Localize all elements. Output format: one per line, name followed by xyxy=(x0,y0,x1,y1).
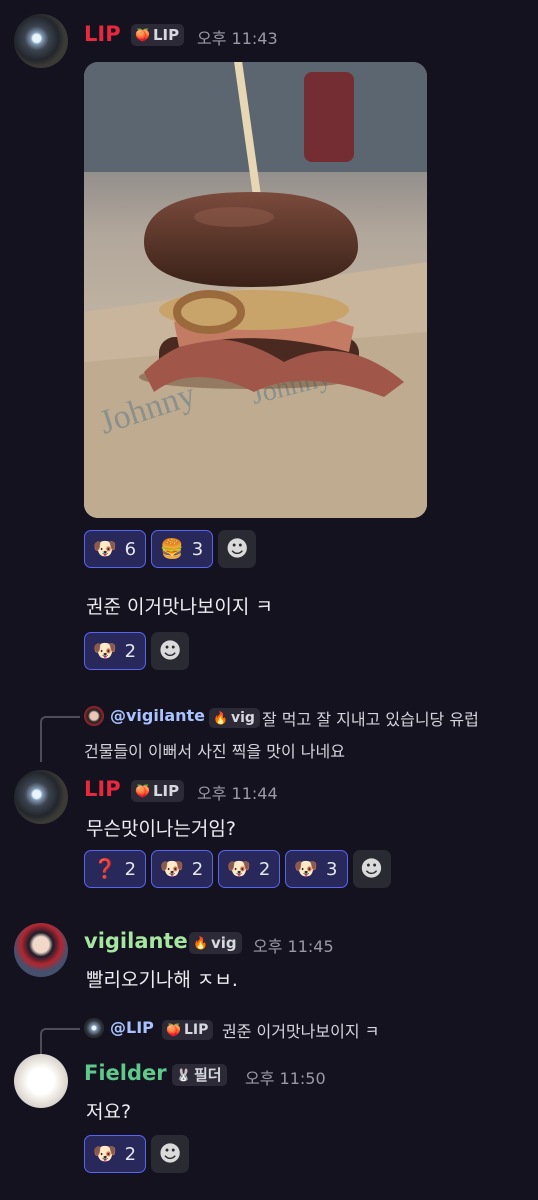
reply-author[interactable]: @LIP xyxy=(110,1018,154,1037)
role-label: LIP xyxy=(183,1022,209,1038)
reaction-count: 2 xyxy=(191,858,204,880)
smiley-icon: ☻ xyxy=(158,1141,182,1167)
reply-role-badge[interactable]: 🔥 vig xyxy=(209,708,260,728)
reply-role-badge[interactable]: 🍑 LIP xyxy=(162,1020,214,1040)
burger-photo-art: Johnny Johnny xyxy=(84,62,427,518)
role-label: vig xyxy=(210,934,237,952)
add-reaction-button[interactable]: ☻ xyxy=(218,530,257,568)
reaction-count: 2 xyxy=(124,640,137,662)
reply-connector xyxy=(40,716,80,762)
bunny-icon: 🐰 xyxy=(176,1068,191,1082)
reaction-dog-dots[interactable]: 🐶 3 xyxy=(285,850,348,888)
message-text: 저요? xyxy=(86,1101,132,1123)
reply-text-line1: 권준 이거맛나보이지 ㅋ xyxy=(222,1022,380,1041)
role-badge[interactable]: 🔥 vig xyxy=(189,932,242,954)
author-name[interactable]: vigilante xyxy=(84,929,188,953)
message-reactions: ❓ 2 🐶 2 🐶 2 🐶 3 ☻ xyxy=(84,850,391,888)
timestamp: 오후 11:43 xyxy=(197,29,278,48)
message-text: 무슨맛이나는거임? xyxy=(86,818,236,840)
dog-question-icon: 🐶 xyxy=(93,537,117,560)
message-text: 빨리오기나해 ㅈㅂ. xyxy=(86,969,238,991)
reaction-question[interactable]: ❓ 2 xyxy=(84,850,147,888)
role-badge[interactable]: 🐰 필더 xyxy=(172,1064,227,1086)
reaction-count: 3 xyxy=(191,538,204,560)
flame-icon: 🔥 xyxy=(213,711,228,725)
dog-exclaim-icon: 🐶 xyxy=(93,639,117,662)
timestamp: 오후 11:50 xyxy=(245,1069,326,1088)
reply-preview[interactable]: @LIP xyxy=(110,1018,154,1037)
image-reactions: 🐶 6 🍔 3 ☻ xyxy=(84,530,257,568)
reply-author[interactable]: @vigilante xyxy=(110,706,205,725)
author-name[interactable]: Fielder xyxy=(84,1061,167,1085)
role-label: LIP xyxy=(152,26,180,44)
reply-avatar[interactable] xyxy=(84,1018,104,1038)
reaction-dog-exclaim[interactable]: 🐶 2 xyxy=(84,632,147,670)
role-label: 필더 xyxy=(193,1066,222,1084)
reply-preview[interactable]: @vigilante xyxy=(110,706,205,725)
role-badge[interactable]: 🍑 LIP xyxy=(131,24,185,46)
message-text: 권준 이거맛나보이지 ㅋ xyxy=(86,596,273,618)
flame-icon: 🔥 xyxy=(193,936,208,950)
text-reactions: 🐶 2 ☻ xyxy=(84,632,190,670)
message-reactions: 🐶 2 ☻ xyxy=(84,1135,190,1173)
reaction-burger[interactable]: 🍔 3 xyxy=(151,530,214,568)
peach-icon: 🍑 xyxy=(135,784,150,798)
reaction-count: 2 xyxy=(124,1143,137,1165)
dog-icon: 🐶 xyxy=(227,857,251,880)
peach-icon: 🍑 xyxy=(135,28,150,42)
dog-dots-icon: 🐶 xyxy=(294,857,319,880)
reaction-count: 2 xyxy=(258,858,271,880)
peach-icon: 🍑 xyxy=(166,1023,181,1037)
question-icon: ❓ xyxy=(93,857,117,880)
reply-avatar[interactable] xyxy=(84,706,104,726)
reaction-dog-question[interactable]: 🐶 6 xyxy=(84,530,147,568)
role-label: vig xyxy=(230,710,255,726)
timestamp: 오후 11:44 xyxy=(197,784,278,803)
role-badge[interactable]: 🍑 LIP xyxy=(131,780,185,802)
lip-avatar[interactable] xyxy=(14,770,68,824)
burger-icon: 🍔 xyxy=(160,537,184,560)
author-name[interactable]: LIP xyxy=(84,22,121,46)
reply-connector xyxy=(40,1028,80,1056)
add-reaction-button[interactable]: ☻ xyxy=(151,1135,190,1173)
reaction-dog-question[interactable]: 🐶 2 xyxy=(151,850,214,888)
reply-text-line1: 잘 먹고 잘 지내고 있습니당 유럽 xyxy=(262,710,479,729)
dog-question-icon: 🐶 xyxy=(160,857,184,880)
author-name[interactable]: LIP xyxy=(84,777,121,801)
add-reaction-button[interactable]: ☻ xyxy=(151,632,190,670)
smiley-icon: ☻ xyxy=(225,536,249,562)
reaction-dog[interactable]: 🐶 2 xyxy=(218,850,281,888)
reaction-count: 6 xyxy=(124,538,137,560)
dog-exclaim-icon: 🐶 xyxy=(93,1142,117,1165)
smiley-icon: ☻ xyxy=(158,638,182,664)
burger-photo[interactable]: Johnny Johnny xyxy=(84,62,427,518)
add-reaction-button[interactable]: ☻ xyxy=(352,850,391,888)
fielder-avatar[interactable] xyxy=(14,1054,68,1108)
reaction-count: 2 xyxy=(124,858,137,880)
reaction-dog-exclaim[interactable]: 🐶 2 xyxy=(84,1135,147,1173)
reply-text-line2: 건물들이 이뻐서 사진 찍을 맛이 나네요 xyxy=(84,742,345,761)
vigilante-avatar[interactable] xyxy=(14,923,68,977)
lip-avatar[interactable] xyxy=(14,14,68,68)
role-label: LIP xyxy=(152,782,180,800)
smiley-icon: ☻ xyxy=(360,856,383,882)
reaction-count: 3 xyxy=(326,858,338,880)
timestamp: 오후 11:45 xyxy=(253,937,334,956)
